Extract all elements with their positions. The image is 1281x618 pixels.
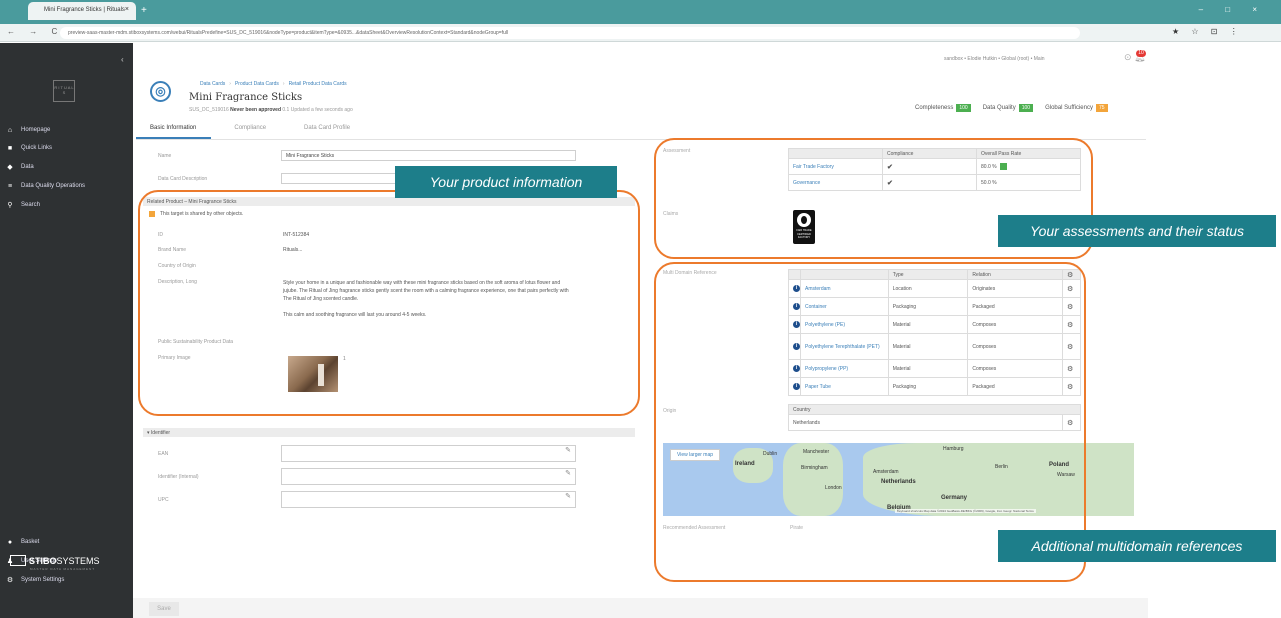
sidebar-item-system-settings[interactable]: ⚙ System Settings bbox=[5, 573, 130, 587]
tab-compliance[interactable]: Compliance bbox=[234, 125, 266, 131]
sidebar-item-quick-links[interactable]: ■ Quick Links bbox=[5, 141, 130, 155]
identifier-section-header[interactable]: ▾ Identifier bbox=[143, 428, 635, 437]
search-icon: ⚲ bbox=[7, 202, 13, 209]
tab-strip: Basic Information Compliance Data Card P… bbox=[150, 125, 388, 131]
edit-icon[interactable]: ✎ bbox=[565, 446, 571, 454]
approval-status: Never been approved bbox=[230, 107, 281, 113]
sidebar-item-label: Basket bbox=[21, 539, 40, 545]
metrics-bar: Completeness 100 Data Quality 100 Global… bbox=[915, 104, 1120, 112]
gear-icon: ⚙ bbox=[6, 577, 14, 584]
metric-label: Global Sufficiency bbox=[1045, 105, 1093, 111]
sidebar-item-data-quality[interactable]: ≡ Data Quality Operations bbox=[5, 179, 130, 193]
window-controls[interactable]: – □ × bbox=[1199, 5, 1267, 14]
ean-label: EAN bbox=[158, 451, 169, 457]
notification-badge: 10 bbox=[1136, 50, 1146, 57]
sidebar-item-search[interactable]: ⚲ Search bbox=[5, 198, 130, 212]
product-card-icon: ◎ bbox=[150, 81, 171, 102]
callout-multidomain: Additional multidomain references bbox=[998, 530, 1276, 562]
page-subtitle: SUS_DC_519016 Never been approved 0.1 Up… bbox=[189, 107, 353, 113]
quick-links-icon: ■ bbox=[7, 144, 13, 152]
breadcrumb-item[interactable]: Product Data Cards bbox=[235, 81, 279, 87]
tab-basic-information[interactable]: Basic Information bbox=[150, 125, 196, 131]
stibo-logo: STIBO SYSTEMS bbox=[10, 553, 125, 568]
sidebar-item-label: System Settings bbox=[21, 577, 65, 583]
name-label: Name bbox=[158, 153, 172, 159]
sidebar-item-label: Homepage bbox=[21, 127, 51, 133]
edit-icon[interactable]: ✎ bbox=[565, 492, 571, 500]
user-context[interactable]: sandbox • Elodie Hutkin • Global (root) … bbox=[944, 56, 1045, 62]
new-tab-icon[interactable]: + bbox=[141, 5, 147, 16]
callout-assessments: Your assessments and their status bbox=[998, 215, 1276, 247]
data-card-description-field[interactable] bbox=[281, 173, 401, 184]
browser-tab-bar: Mini Fragrance Sticks | Rituals × + – □ … bbox=[0, 0, 1281, 24]
edit-icon[interactable]: ✎ bbox=[565, 469, 571, 477]
identifier-internal-field[interactable]: ✎ bbox=[281, 468, 576, 485]
sidebar-item-label: Data bbox=[21, 164, 34, 170]
highlight-oval bbox=[138, 190, 640, 416]
sidebar-item-label: Search bbox=[21, 202, 41, 208]
tab-title: Mini Fragrance Sticks | Rituals bbox=[44, 7, 125, 13]
save-button[interactable]: Save bbox=[149, 602, 179, 616]
global-sufficiency-badge[interactable]: 75 bbox=[1095, 104, 1108, 112]
completeness-badge[interactable]: 100 bbox=[956, 104, 971, 112]
basket-icon: ● bbox=[7, 538, 13, 546]
brand-bold: STIBO bbox=[29, 555, 57, 566]
url-input[interactable]: preview-saas-master-mdm.stiboxsystems.co… bbox=[60, 27, 1080, 39]
breadcrumb-item[interactable]: Data Cards bbox=[200, 81, 225, 87]
tab-data-card-profile[interactable]: Data Card Profile bbox=[304, 125, 350, 131]
metric-label: Completeness bbox=[915, 105, 954, 111]
nav-buttons-icon[interactable]: ← → C bbox=[7, 27, 63, 36]
collapse-icon[interactable]: ‹ bbox=[121, 55, 124, 64]
sidebar-item-label: Data Quality Operations bbox=[21, 183, 86, 189]
extension-icons[interactable]: ★ ☆ ⊡ ⋮ bbox=[1172, 27, 1243, 36]
revision: 0.1 bbox=[282, 107, 290, 113]
updated-text: Updated a few seconds ago bbox=[290, 107, 353, 113]
sidebar-item-data[interactable]: ◆ Data bbox=[5, 160, 130, 174]
callout-product-information: Your product information bbox=[395, 166, 617, 198]
name-field[interactable]: Mini Fragrance Sticks bbox=[281, 150, 576, 161]
tab-close-icon[interactable]: × bbox=[125, 6, 129, 13]
sidebar-item-label: Quick Links bbox=[21, 145, 53, 151]
object-id: SUS_DC_519016 bbox=[189, 107, 229, 113]
ean-field[interactable]: ✎ bbox=[281, 445, 576, 462]
upc-label: UPC bbox=[158, 497, 169, 503]
breadcrumb-item[interactable]: Retail Product Data Cards bbox=[289, 81, 347, 87]
data-card-description-label: Data Card Description bbox=[158, 176, 208, 182]
sidebar: ‹ R I T U A L S ⌂ Homepage ■ Quick Links… bbox=[0, 43, 133, 618]
brand-sub: MASTER DATA MANAGEMENT bbox=[30, 567, 96, 571]
data-quality-badge[interactable]: 100 bbox=[1018, 104, 1034, 112]
identifier-internal-label: Identifier (Internal) bbox=[158, 474, 199, 480]
brand-thin: SYSTEMS bbox=[56, 555, 100, 566]
footer-bar bbox=[133, 598, 1148, 618]
home-icon: ⌂ bbox=[7, 126, 13, 134]
metric-label: Data Quality bbox=[982, 105, 1016, 111]
browser-tab[interactable]: Mini Fragrance Sticks | Rituals × bbox=[28, 2, 136, 20]
data-icon: ◆ bbox=[7, 164, 13, 171]
rituals-logo: R I T U A L S bbox=[53, 80, 75, 102]
page-title: Mini Fragrance Sticks bbox=[189, 92, 303, 103]
upc-field[interactable]: ✎ bbox=[281, 491, 576, 508]
sidebar-item-homepage[interactable]: ⌂ Homepage bbox=[5, 123, 130, 137]
sidebar-item-basket[interactable]: ● Basket bbox=[5, 535, 130, 549]
breadcrumb: Data Cards › Product Data Cards › Retail Pro… bbox=[200, 81, 347, 87]
data-quality-icon: ≡ bbox=[7, 182, 13, 190]
address-bar: ← → C preview-saas-master-mdm.stiboxsyst… bbox=[0, 24, 1281, 42]
